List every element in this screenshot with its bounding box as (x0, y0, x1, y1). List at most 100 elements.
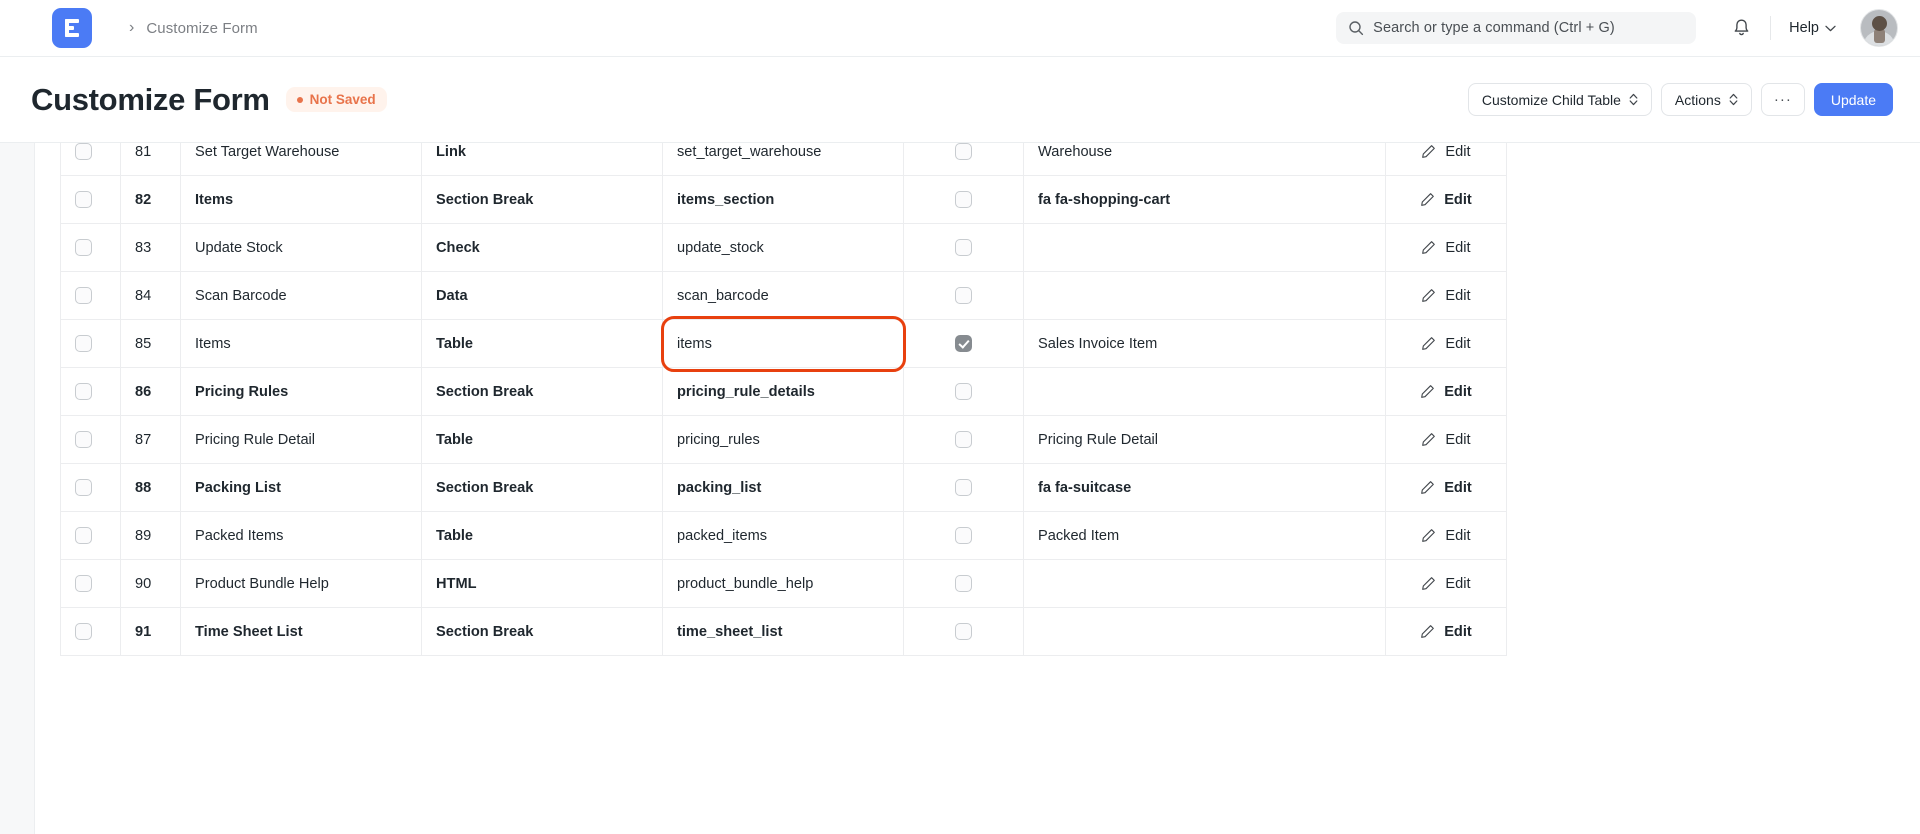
row-edit-cell[interactable]: Edit (1386, 608, 1507, 656)
row-inlistview-checkbox[interactable] (955, 335, 972, 352)
row-edit-cell[interactable]: Edit (1386, 512, 1507, 560)
row-checkbox[interactable] (75, 287, 92, 304)
row-select-cell[interactable] (61, 608, 121, 656)
row-inlistview-checkbox[interactable] (955, 623, 972, 640)
table-row[interactable]: 83Update StockCheckupdate_stockEdit (61, 224, 1847, 272)
row-type[interactable]: Section Break (422, 368, 663, 416)
row-label[interactable]: Packing List (181, 464, 422, 512)
row-options[interactable] (1024, 608, 1386, 656)
row-inlistview-cell[interactable] (904, 224, 1024, 272)
row-inlistview-checkbox[interactable] (955, 383, 972, 400)
row-options[interactable]: Warehouse (1024, 143, 1386, 176)
row-inlistview-checkbox[interactable] (955, 143, 972, 160)
row-inlistview-cell[interactable] (904, 416, 1024, 464)
row-edit-cell[interactable]: Edit (1386, 272, 1507, 320)
search-input[interactable]: Search or type a command (Ctrl + G) (1336, 12, 1696, 44)
row-options[interactable]: fa fa-suitcase (1024, 464, 1386, 512)
more-options-button[interactable]: ··· (1761, 83, 1805, 116)
row-inlistview-cell[interactable] (904, 512, 1024, 560)
help-menu-button[interactable]: Help (1785, 17, 1840, 39)
row-label[interactable]: Pricing Rules (181, 368, 422, 416)
row-edit-cell[interactable]: Edit (1386, 368, 1507, 416)
table-row[interactable]: 89Packed ItemsTablepacked_itemsPacked It… (61, 512, 1847, 560)
row-label[interactable]: Items (181, 320, 422, 368)
row-label[interactable]: Time Sheet List (181, 608, 422, 656)
row-checkbox[interactable] (75, 479, 92, 496)
notifications-button[interactable] (1726, 13, 1756, 43)
row-inlistview-cell[interactable] (904, 368, 1024, 416)
table-row[interactable]: 91Time Sheet ListSection Breaktime_sheet… (61, 608, 1847, 656)
row-fieldname[interactable]: items_section (663, 176, 904, 224)
row-select-cell[interactable] (61, 176, 121, 224)
erpnext-logo-icon[interactable] (52, 8, 92, 48)
avatar[interactable] (1860, 9, 1898, 47)
row-fieldname[interactable]: time_sheet_list (663, 608, 904, 656)
row-fieldname[interactable]: product_bundle_help (663, 560, 904, 608)
row-select-cell[interactable] (61, 512, 121, 560)
table-row[interactable]: 90Product Bundle HelpHTMLproduct_bundle_… (61, 560, 1847, 608)
row-inlistview-cell[interactable] (904, 176, 1024, 224)
row-edit-cell[interactable]: Edit (1386, 320, 1507, 368)
table-row[interactable]: 85ItemsTableitemsSales Invoice ItemEdit (61, 320, 1847, 368)
row-label[interactable]: Update Stock (181, 224, 422, 272)
row-checkbox[interactable] (75, 383, 92, 400)
row-options[interactable]: fa fa-shopping-cart (1024, 176, 1386, 224)
row-edit-cell[interactable]: Edit (1386, 464, 1507, 512)
row-inlistview-checkbox[interactable] (955, 479, 972, 496)
row-inlistview-checkbox[interactable] (955, 431, 972, 448)
row-checkbox[interactable] (75, 191, 92, 208)
row-select-cell[interactable] (61, 224, 121, 272)
row-select-cell[interactable] (61, 416, 121, 464)
table-row[interactable]: 88Packing ListSection Breakpacking_listf… (61, 464, 1847, 512)
row-edit-cell[interactable]: Edit (1386, 176, 1507, 224)
row-type[interactable]: Table (422, 416, 663, 464)
row-select-cell[interactable] (61, 368, 121, 416)
row-label[interactable]: Packed Items (181, 512, 422, 560)
row-checkbox[interactable] (75, 575, 92, 592)
row-label[interactable]: Items (181, 176, 422, 224)
row-fieldname[interactable]: packed_items (663, 512, 904, 560)
row-inlistview-cell[interactable] (904, 608, 1024, 656)
row-inlistview-checkbox[interactable] (955, 191, 972, 208)
row-fieldname[interactable]: packing_list (663, 464, 904, 512)
row-type[interactable]: Table (422, 320, 663, 368)
row-type[interactable]: Section Break (422, 608, 663, 656)
row-edit-cell[interactable]: Edit (1386, 224, 1507, 272)
row-select-cell[interactable] (61, 560, 121, 608)
row-inlistview-cell[interactable] (904, 143, 1024, 176)
row-fieldname[interactable]: update_stock (663, 224, 904, 272)
row-checkbox[interactable] (75, 143, 92, 160)
actions-button[interactable]: Actions (1661, 83, 1752, 116)
row-label[interactable]: Set Target Warehouse (181, 143, 422, 176)
row-fieldname[interactable]: scan_barcode (663, 272, 904, 320)
row-fieldname[interactable]: pricing_rules (663, 416, 904, 464)
row-checkbox[interactable] (75, 239, 92, 256)
row-checkbox[interactable] (75, 623, 92, 640)
row-type[interactable]: Table (422, 512, 663, 560)
row-inlistview-cell[interactable] (904, 560, 1024, 608)
row-checkbox[interactable] (75, 527, 92, 544)
row-label[interactable]: Scan Barcode (181, 272, 422, 320)
row-type[interactable]: Section Break (422, 176, 663, 224)
row-fieldname[interactable]: pricing_rule_details (663, 368, 904, 416)
row-edit-cell[interactable]: Edit (1386, 143, 1507, 176)
row-inlistview-checkbox[interactable] (955, 527, 972, 544)
row-label[interactable]: Product Bundle Help (181, 560, 422, 608)
row-type[interactable]: Link (422, 143, 663, 176)
row-options[interactable]: Sales Invoice Item (1024, 320, 1386, 368)
row-type[interactable]: Check (422, 224, 663, 272)
row-select-cell[interactable] (61, 272, 121, 320)
row-options[interactable] (1024, 368, 1386, 416)
row-options[interactable]: Pricing Rule Detail (1024, 416, 1386, 464)
row-type[interactable]: HTML (422, 560, 663, 608)
row-inlistview-cell[interactable] (904, 320, 1024, 368)
row-inlistview-cell[interactable] (904, 272, 1024, 320)
row-select-cell[interactable] (61, 143, 121, 176)
row-options[interactable] (1024, 272, 1386, 320)
update-button[interactable]: Update (1814, 83, 1893, 116)
row-checkbox[interactable] (75, 431, 92, 448)
row-fieldname[interactable]: items (663, 320, 904, 368)
row-type[interactable]: Data (422, 272, 663, 320)
table-row[interactable]: 87Pricing Rule DetailTablepricing_rulesP… (61, 416, 1847, 464)
row-label[interactable]: Pricing Rule Detail (181, 416, 422, 464)
